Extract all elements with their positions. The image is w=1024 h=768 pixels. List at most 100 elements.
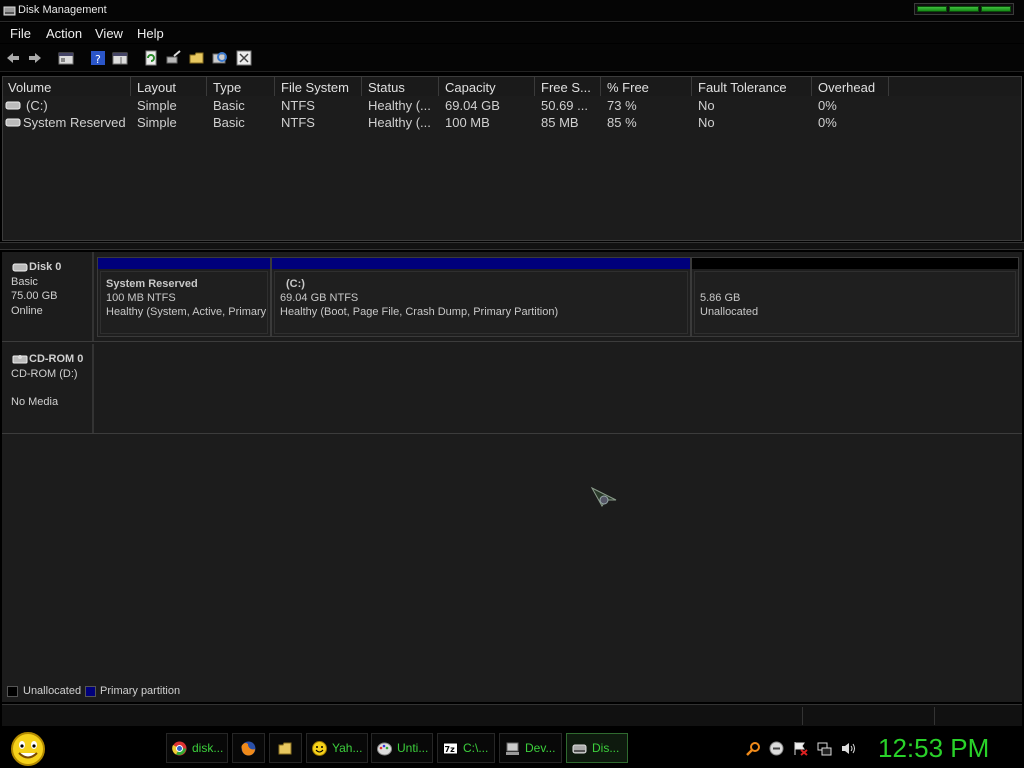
minimize-button[interactable] — [917, 6, 947, 12]
explore-icon[interactable] — [212, 50, 228, 66]
menu-action[interactable]: Action — [46, 26, 82, 41]
drive-icon — [5, 101, 21, 110]
close-button[interactable] — [981, 6, 1011, 12]
taskbar: disk... Yah... Unti... 7z C:\... Dev... … — [0, 728, 1024, 768]
taskbar-item-label: C:\... — [463, 741, 489, 755]
status-segment — [802, 707, 934, 725]
col-file-system[interactable]: File System — [276, 77, 362, 96]
cdrom-0-row: CD-ROM 0 CD-ROM (D:) No Media — [2, 344, 1022, 434]
volume-list-header: Volume Layout Type File System Status Ca… — [3, 77, 1021, 96]
disk-map: Disk 0 Basic 75.00 GB Online System Rese… — [2, 252, 1022, 702]
cell-layout: Simple — [137, 98, 177, 113]
col-percent-free[interactable]: % Free — [602, 77, 692, 96]
col-free-space[interactable]: Free S... — [536, 77, 601, 96]
table-row[interactable]: (C:) Simple Basic NTFS Healthy (... 69.0… — [3, 97, 1021, 114]
open-folder-icon[interactable] — [189, 50, 205, 66]
partition-status: Healthy (System, Active, Primary — [106, 306, 267, 318]
taskbar-item-chrome[interactable]: disk... — [166, 733, 228, 763]
primary-partition-bar — [272, 258, 690, 269]
unallocated-bar — [692, 258, 1018, 269]
cell-percent-free: 73 % — [607, 98, 637, 113]
cell-status: Healthy (... — [368, 98, 431, 113]
firefox-icon — [241, 741, 256, 756]
menu-view[interactable]: View — [95, 26, 123, 41]
partition-name: (C:) — [286, 278, 305, 290]
primary-partition-swatch — [85, 686, 96, 697]
taskbar-clock[interactable]: 12:53 PM — [878, 733, 989, 764]
search-icon[interactable] — [746, 741, 761, 756]
refresh-icon[interactable] — [143, 50, 159, 66]
window-title: Disk Management — [18, 4, 107, 16]
taskbar-item-yahoo[interactable]: Yah... — [306, 733, 368, 763]
forward-arrow-icon[interactable] — [27, 50, 43, 66]
cdrom-0-drive: CD-ROM (D:) — [11, 367, 78, 380]
disk-properties-icon[interactable] — [236, 50, 252, 66]
cell-percent-free: 85 % — [607, 115, 637, 130]
partition-fs: 100 MB NTFS — [106, 292, 176, 304]
console-tree-icon[interactable] — [58, 50, 74, 66]
partition-unallocated[interactable]: 5.86 GB Unallocated — [691, 257, 1019, 337]
volume-icon[interactable] — [841, 741, 856, 756]
7zip-icon: 7z — [443, 742, 458, 755]
menu-file[interactable]: File — [10, 26, 31, 41]
svg-text:?: ? — [95, 53, 101, 66]
partition-system-reserved[interactable]: System Reserved 100 MB NTFS Healthy (Sys… — [97, 257, 271, 337]
flag-icon[interactable] — [793, 741, 808, 756]
col-capacity[interactable]: Capacity — [440, 77, 535, 96]
pane-splitter[interactable] — [0, 242, 1024, 250]
partition-info: (C:) 69.04 GB NTFS Healthy (Boot, Page F… — [274, 271, 688, 334]
partition-status: Healthy (Boot, Page File, Crash Dump, Pr… — [280, 306, 559, 318]
cell-layout: Simple — [137, 115, 177, 130]
partition-info: 5.86 GB Unallocated — [694, 271, 1016, 334]
col-status[interactable]: Status — [363, 77, 439, 96]
yahoo-messenger-icon — [312, 741, 327, 756]
disk-0-type: Basic — [11, 275, 38, 288]
taskbar-item-7zip[interactable]: 7z C:\... — [437, 733, 495, 763]
paint-icon — [377, 742, 392, 756]
taskbar-item-label: Dev... — [525, 741, 556, 755]
taskbar-item-explorer[interactable] — [269, 733, 302, 763]
taskbar-item-label: Dis... — [592, 741, 620, 755]
col-fault-tolerance[interactable]: Fault Tolerance — [693, 77, 812, 96]
help-icon[interactable]: ? — [90, 50, 106, 66]
network-icon[interactable] — [817, 741, 832, 756]
hard-disk-icon — [12, 263, 28, 272]
taskbar-item-disk-management[interactable]: Dis... — [566, 733, 628, 763]
volume-list[interactable]: Volume Layout Type File System Status Ca… — [2, 76, 1022, 241]
busy-cursor-icon — [590, 486, 617, 507]
legend-primary-partition: Primary partition — [100, 685, 181, 697]
title-bar: Disk Management — [0, 0, 1024, 22]
col-layout[interactable]: Layout — [132, 77, 207, 96]
col-overhead[interactable]: Overhead — [813, 77, 889, 96]
disk-0-label[interactable]: Disk 0 Basic 75.00 GB Online — [2, 252, 94, 341]
cell-free-space: 50.69 ... — [541, 98, 588, 113]
taskbar-item-label: Yah... — [332, 741, 363, 755]
cdrom-0-label[interactable]: CD-ROM 0 CD-ROM (D:) No Media — [2, 344, 94, 433]
cell-type: Basic — [213, 115, 245, 130]
rescan-icon[interactable] — [166, 50, 182, 66]
minus-circle-icon[interactable] — [769, 741, 784, 756]
status-bar — [2, 704, 1022, 726]
cell-free-space: 85 MB — [541, 115, 579, 130]
back-arrow-icon[interactable] — [5, 50, 21, 66]
partition-name: System Reserved — [106, 278, 198, 290]
disk-management-icon — [3, 6, 16, 16]
menu-help[interactable]: Help — [137, 26, 164, 41]
taskbar-item-firefox[interactable] — [232, 733, 265, 763]
start-button-smiley-icon[interactable] — [9, 731, 47, 767]
maximize-button[interactable] — [949, 6, 979, 12]
taskbar-item-device-manager[interactable]: Dev... — [499, 733, 562, 763]
partition-c[interactable]: (C:) 69.04 GB NTFS Healthy (Boot, Page F… — [271, 257, 691, 337]
drive-icon — [5, 118, 21, 127]
cell-volume: System Reserved — [23, 115, 126, 130]
taskbar-item-paint[interactable]: Unti... — [371, 733, 433, 763]
partition-status: Unallocated — [700, 306, 759, 318]
primary-partition-bar — [98, 258, 270, 269]
toolbar: ? — [0, 44, 1024, 72]
table-row[interactable]: System Reserved Simple Basic NTFS Health… — [3, 114, 1021, 131]
col-type[interactable]: Type — [208, 77, 275, 96]
cell-status: Healthy (... — [368, 115, 431, 130]
properties-icon[interactable] — [112, 50, 128, 66]
device-manager-icon — [506, 742, 519, 755]
col-volume[interactable]: Volume — [3, 77, 131, 96]
